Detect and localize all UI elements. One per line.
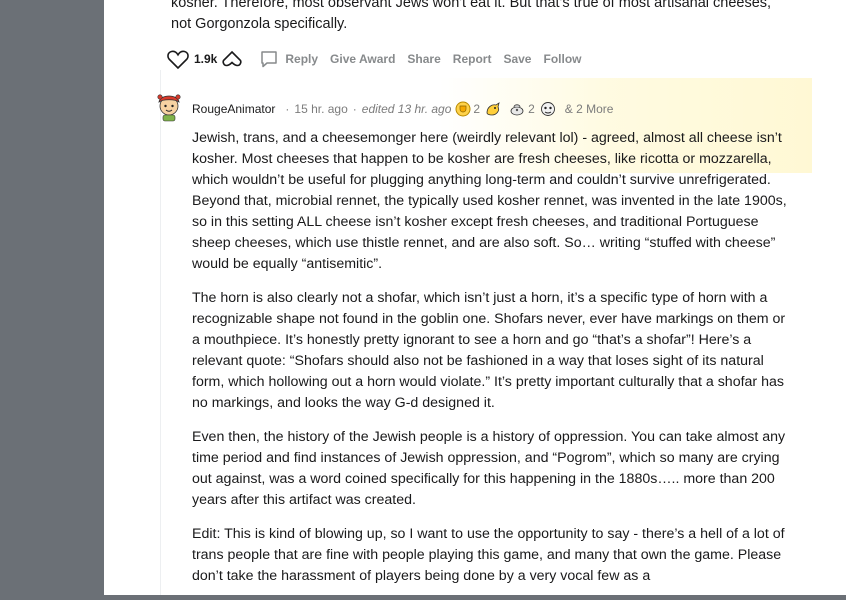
reply-button[interactable]: Reply <box>259 49 318 69</box>
comment-action-bar: 1.9k Reply Give Award Share Report Save … <box>166 47 581 71</box>
award-rocket[interactable]: 2 <box>508 101 535 117</box>
previous-comment-line: kosher. Therefore, most observant Jews w… <box>171 0 772 11</box>
more-awards-link[interactable]: & 2 More <box>565 102 614 116</box>
award-count: 2 <box>528 102 535 116</box>
avatar[interactable] <box>154 88 184 122</box>
follow-button[interactable]: Follow <box>543 52 581 66</box>
vote-count: 1.9k <box>194 52 218 66</box>
separator-dot: · <box>352 102 357 116</box>
award-gold[interactable]: 2 <box>455 101 480 117</box>
reply-label: Reply <box>285 52 319 66</box>
downvote-icon[interactable] <box>221 48 243 70</box>
upvote-icon[interactable] <box>166 48 190 70</box>
comment-meta: RougeAnimator · 15 hr. ago · edited 13 h… <box>192 100 613 118</box>
comment-paragraph: The horn is also clearly not a shofar, w… <box>192 290 786 411</box>
award-cheese[interactable] <box>539 101 559 117</box>
gold-trophy-icon <box>455 101 471 117</box>
helpful-award-icon <box>486 102 500 116</box>
save-button[interactable]: Save <box>503 52 531 66</box>
cheese-award-icon <box>540 102 555 116</box>
comment-paragraph: Jewish, trans, and a cheesemonger here (… <box>192 130 787 272</box>
report-button[interactable]: Report <box>453 52 492 66</box>
give-award-button[interactable]: Give Award <box>330 52 395 66</box>
comment-body: Jewish, trans, and a cheesemonger here (… <box>192 128 792 600</box>
username[interactable]: RougeAnimator <box>192 102 275 116</box>
previous-comment-body: kosher. Therefore, most observant Jews w… <box>171 0 811 35</box>
award-helpful[interactable] <box>484 101 504 117</box>
edited-timestamp: edited 13 hr. ago <box>361 102 452 116</box>
award-count: 2 <box>473 102 481 116</box>
comment-paragraph: Edit: This is kind of blowing up, so I w… <box>192 526 785 584</box>
separator-dot: · <box>285 102 290 116</box>
share-button[interactable]: Share <box>407 52 440 66</box>
previous-comment-line: not Gorgonzola specifically. <box>171 16 348 32</box>
thread-line[interactable] <box>160 70 161 595</box>
rocket-award-icon <box>510 104 524 116</box>
comment-paragraph: Even then, the history of the Jewish peo… <box>192 429 786 508</box>
comment-bubble-icon <box>261 51 278 68</box>
timestamp[interactable]: 15 hr. ago <box>294 102 347 116</box>
